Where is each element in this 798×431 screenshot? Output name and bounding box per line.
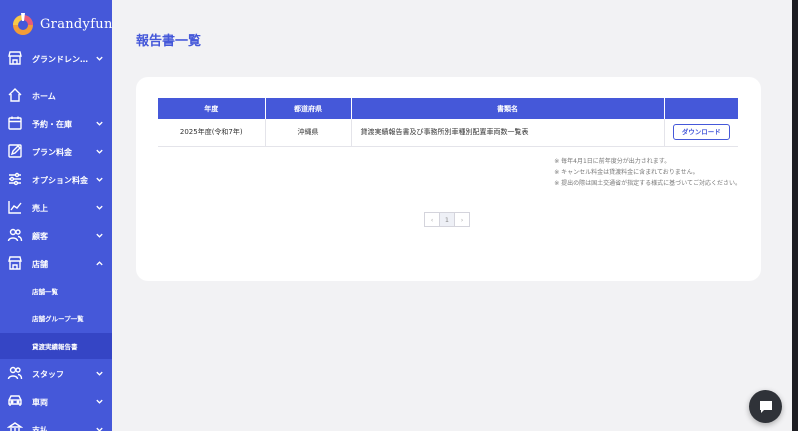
sidebar-item-label: 店舗: [32, 259, 48, 269]
cell-year: 2025年度(令和7年): [158, 119, 266, 147]
sidebar-item-label: 支払: [32, 425, 48, 431]
sidebar: Grandyfun グランドレン… ホーム 予約・在庫 プラン料金 オプション料…: [0, 0, 112, 431]
sidebar-item-label: 予約・在庫: [32, 119, 72, 129]
chart-icon: [8, 201, 22, 214]
sidebar-item-payment[interactable]: 支払: [0, 417, 112, 431]
sidebar-item-home[interactable]: ホーム: [0, 83, 112, 109]
sidebar-item-sales[interactable]: 売上: [0, 195, 112, 221]
sidebar-item-label: プラン料金: [32, 147, 72, 157]
column-header-document: 書類名: [351, 98, 665, 119]
report-card: 年度 都道府県 書類名 2025年度(令和7年) 沖縄県 貸渡実績報告書及び事務…: [136, 77, 761, 281]
cell-action: ダウンロード: [664, 119, 738, 147]
home-icon: [8, 88, 22, 102]
sidebar-item-customers[interactable]: 顧客: [0, 223, 112, 249]
logo-icon: [10, 11, 36, 37]
car-icon: [8, 395, 22, 406]
sidebar-item-store[interactable]: 店舗: [0, 251, 112, 277]
download-button[interactable]: ダウンロード: [672, 124, 730, 141]
page-title: 報告書一覧: [136, 34, 202, 49]
store-icon: [8, 51, 22, 65]
sidebar-item-reservation[interactable]: 予約・在庫: [0, 111, 112, 137]
note-text: ※ 提出の際は国土交通省が指定する様式に基づいてご対応ください。: [554, 180, 741, 187]
sidebar-subitem-label: 店舗一覧: [32, 288, 58, 296]
brand-name: Grandyfun: [40, 16, 112, 32]
sidebar-subitem-label: 店舗グループ一覧: [32, 315, 84, 323]
chat-icon: [759, 400, 772, 413]
sidebar-subitem-store-group-list[interactable]: 店舗グループ一覧: [0, 306, 112, 330]
chevron-down-icon: [96, 121, 103, 126]
cell-document: 貸渡実績報告書及び事務所別車種別配置車両数一覧表: [351, 119, 665, 147]
sidebar-subitem-rental-report[interactable]: 貸渡実績報告書: [0, 333, 112, 359]
note-text: ※ キャンセル料金は貸渡料金に含まれておりません。: [554, 169, 699, 176]
sidebar-item-label: 売上: [32, 203, 48, 213]
cell-prefecture: 沖縄県: [265, 119, 352, 147]
note-text: ※ 毎年4月1日に前年度分が出力されます。: [554, 158, 671, 165]
chevron-down-icon: [96, 427, 103, 431]
sidebar-item-plan-price[interactable]: プラン料金: [0, 139, 112, 165]
sidebar-item-label: 顧客: [32, 231, 48, 241]
notes: ※ 毎年4月1日に前年度分が出力されます。 ※ キャンセル料金は貸渡料金に含まれ…: [554, 156, 741, 189]
column-header-year: 年度: [158, 98, 266, 119]
pagination-prev-button[interactable]: ‹: [424, 212, 440, 227]
sidebar-item-vehicles[interactable]: 車両: [0, 389, 112, 415]
table-header-row: 年度 都道府県 書類名: [158, 98, 738, 119]
edit-icon: [8, 144, 22, 158]
pagination-next-button[interactable]: ›: [454, 212, 470, 227]
users-icon: [7, 228, 23, 242]
sliders-icon: [9, 172, 21, 186]
bank-icon: [7, 422, 23, 431]
sidebar-item-label: 車両: [32, 397, 48, 407]
store-icon: [8, 256, 22, 270]
sidebar-item-label: オプション料金: [32, 175, 88, 185]
pagination-page-current[interactable]: 1: [439, 212, 455, 227]
table-row: 2025年度(令和7年) 沖縄県 貸渡実績報告書及び事務所別車種別配置車両数一覧…: [158, 119, 738, 147]
sidebar-item-label: ホーム: [32, 91, 56, 101]
column-header-action: [664, 98, 738, 119]
chevron-down-icon: [96, 399, 103, 404]
sidebar-item-grand-rental[interactable]: グランドレン…: [0, 46, 112, 72]
chevron-down-icon: [96, 205, 103, 210]
chevron-down-icon: [96, 149, 103, 154]
sidebar-subitem-store-list[interactable]: 店舗一覧: [0, 279, 112, 303]
calendar-icon: [8, 116, 22, 130]
sidebar-item-staff[interactable]: スタッフ: [0, 361, 112, 387]
chevron-up-icon: [96, 261, 103, 266]
sidebar-subitem-label: 貸渡実績報告書: [32, 343, 78, 351]
sidebar-item-option-price[interactable]: オプション料金: [0, 167, 112, 193]
pagination: ‹ 1 ›: [424, 212, 470, 227]
brand-logo[interactable]: Grandyfun: [10, 10, 112, 38]
chevron-down-icon: [96, 233, 103, 238]
window-edge: [792, 0, 798, 431]
sidebar-item-label: グランドレン…: [32, 54, 88, 64]
sidebar-item-label: スタッフ: [32, 369, 64, 379]
column-header-prefecture: 都道府県: [265, 98, 352, 119]
report-table: 年度 都道府県 書類名 2025年度(令和7年) 沖縄県 貸渡実績報告書及び事務…: [158, 98, 738, 147]
chevron-down-icon: [96, 56, 103, 61]
chevron-down-icon: [96, 177, 103, 182]
chat-button[interactable]: [749, 390, 782, 423]
users-icon: [7, 366, 23, 380]
chevron-down-icon: [96, 371, 103, 376]
